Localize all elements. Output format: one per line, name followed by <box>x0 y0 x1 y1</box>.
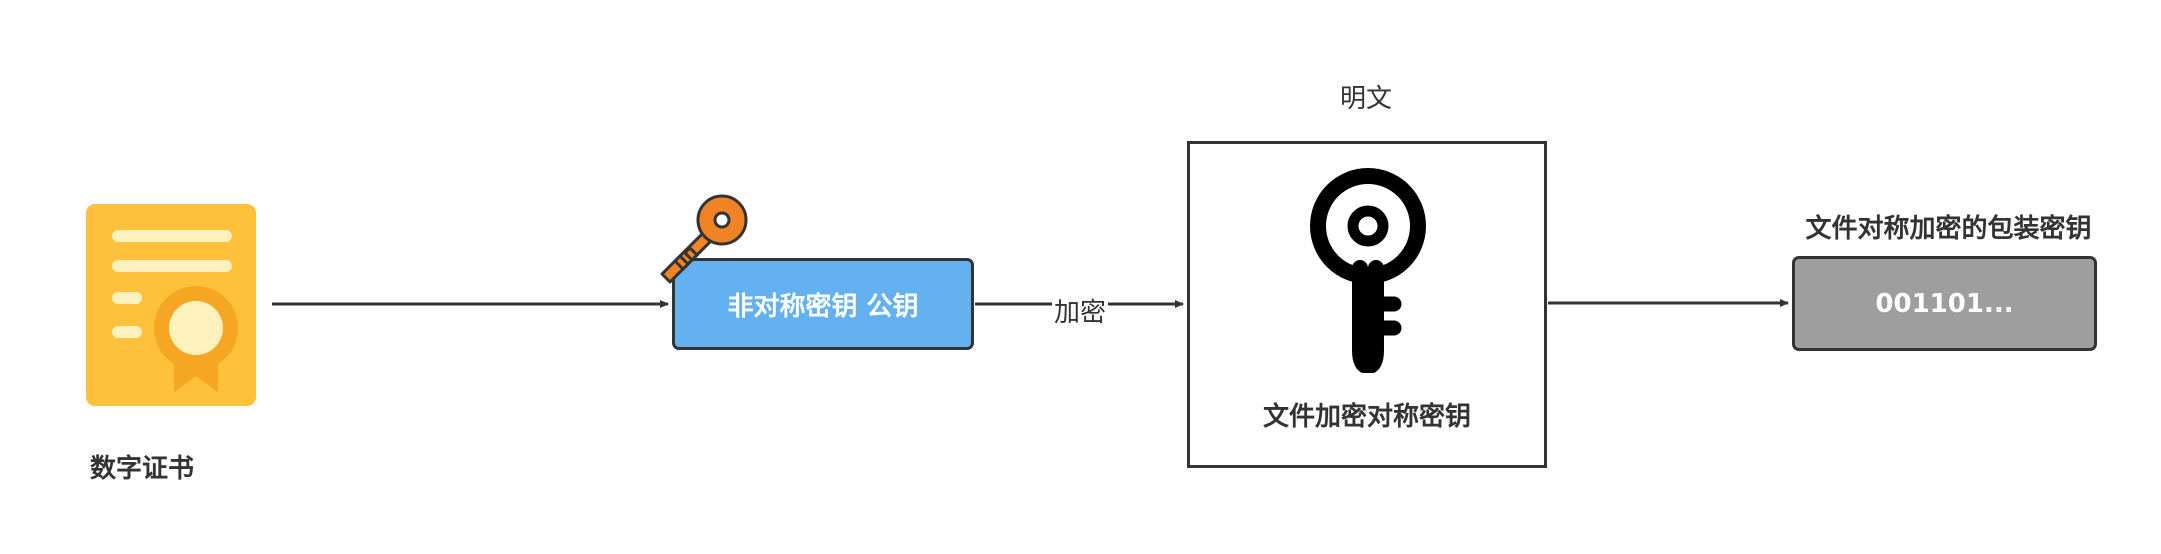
wrapped-key-title: 文件对称加密的包装密钥 <box>1805 214 2092 244</box>
diagram-canvas: 数字证书 非对称密钥 公钥 加密 明文 文件加密对称密钥 文件对称加密的包装密钥… <box>0 0 2161 554</box>
symmetric-key-box: 文件加密对称密钥 <box>1187 141 1547 468</box>
wrapped-key-value: 001101... <box>1875 288 2014 319</box>
wrapped-key-box: 001101... <box>1792 256 2097 351</box>
symmetric-key-caption: 文件加密对称密钥 <box>1262 402 1471 432</box>
encrypt-edge-label: 加密 <box>1052 292 1109 329</box>
key-icon <box>660 194 748 284</box>
key-icon <box>1310 168 1426 373</box>
certificate-icon <box>86 204 256 406</box>
public-key-label: 非对称密钥 公钥 <box>727 291 919 322</box>
certificate-label: 数字证书 <box>90 454 195 484</box>
plaintext-label: 明文 <box>1340 84 1393 114</box>
